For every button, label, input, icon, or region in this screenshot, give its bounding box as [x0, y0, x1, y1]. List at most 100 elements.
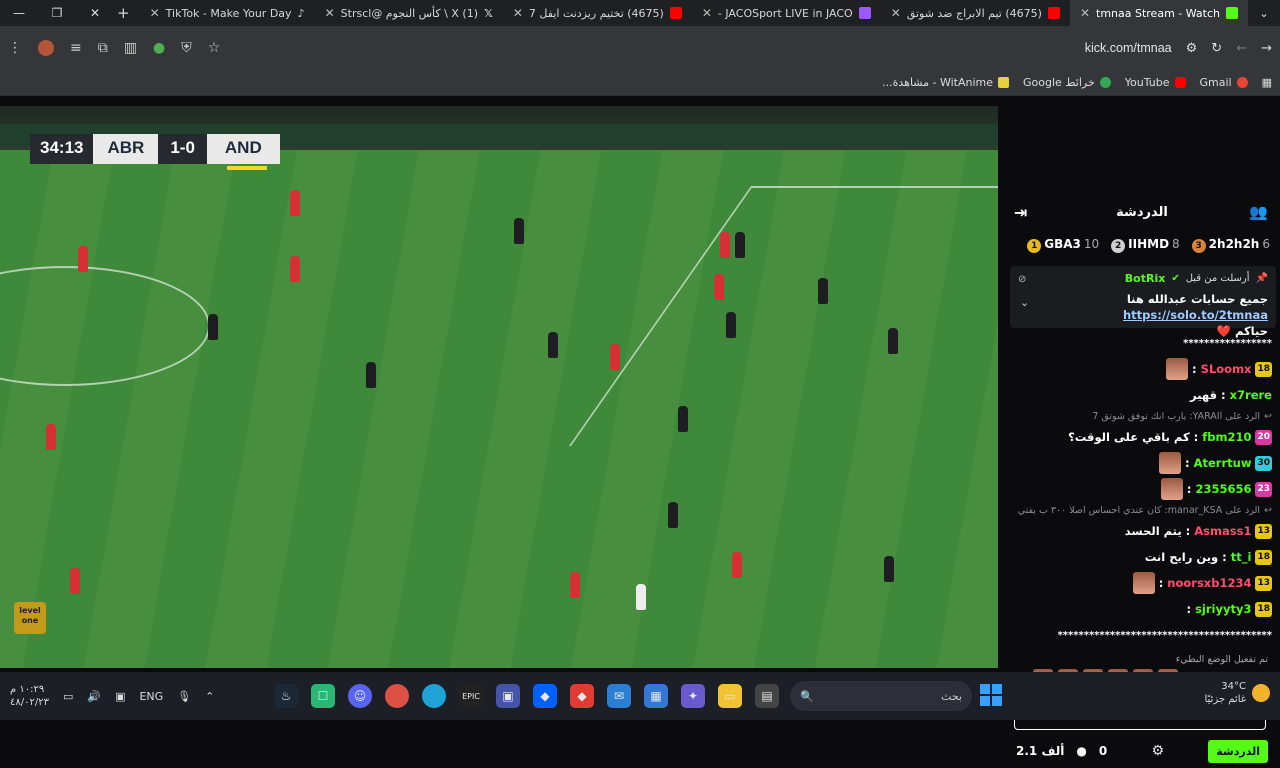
network-icon[interactable]: ▣	[115, 690, 125, 703]
bookmark-witanime[interactable]: WitAnime - مشاهدة...	[882, 76, 1010, 89]
close-icon[interactable]: ✕	[325, 6, 335, 20]
collapse-chat-icon[interactable]: ⇥	[1014, 203, 1027, 222]
dropbox-icon[interactable]: ◆	[533, 684, 557, 708]
security-icon[interactable]: ⛨	[181, 40, 192, 56]
copilot-icon[interactable]: ✦	[681, 684, 705, 708]
weather-widget[interactable]: 34°C غائم جزئيًا	[1205, 680, 1270, 706]
chevron-down-icon[interactable]: ⌄	[1020, 296, 1029, 309]
points-icon[interactable]: ●	[1076, 744, 1086, 758]
unpin-icon[interactable]: ⊘	[1018, 274, 1026, 285]
chat-username[interactable]: x7rere	[1230, 388, 1272, 402]
tab-youtube-1[interactable]: (4675) تيم الابراج ضد شوتق ✕	[881, 0, 1070, 26]
app-icon[interactable]: ◆	[570, 684, 594, 708]
chrome-icon[interactable]	[385, 684, 409, 708]
reload-icon[interactable]: ↻	[1211, 41, 1222, 56]
maps-icon	[1099, 77, 1111, 88]
tab-jaco[interactable]: JACOSport LIVE in JACO - ✕	[692, 0, 881, 26]
leader-count: 10	[1083, 237, 1100, 251]
leader-item[interactable]: 3 2h2h2h 6	[1191, 237, 1270, 253]
video-player[interactable]: 34:13 ABR 1-0 AND level one	[0, 106, 998, 668]
slow-mode-notice: تم تفعيل الوضع البطيء	[1175, 654, 1268, 665]
app-icon[interactable]: ▣	[496, 684, 520, 708]
leader-item[interactable]: 2 IIHMD 8	[1111, 237, 1180, 253]
chat-messages: ***************** 18 SLoomx: x7rere: قهير ↩ ا…	[1004, 328, 1280, 648]
forward-icon[interactable]: ←	[1236, 41, 1247, 56]
clock[interactable]: ١٠:٢٩ م ٤٨/٠٢/٢٣	[10, 683, 49, 709]
viewers-count: 2.1 ألف	[1016, 744, 1065, 758]
bookmark-youtube[interactable]: YouTube	[1125, 76, 1186, 89]
scoreboard: 34:13 ABR 1-0 AND	[30, 134, 280, 170]
leader-name: IIHMD	[1128, 237, 1170, 251]
mail-icon[interactable]: ✉	[607, 684, 631, 708]
bookmark-gmail[interactable]: Gmail	[1200, 76, 1248, 89]
battery-icon[interactable]: ▭	[63, 690, 73, 703]
kick-favicon-icon	[1226, 7, 1238, 19]
chat-message: 18 tt_i: وين رايح انت	[1012, 544, 1272, 570]
steam-icon[interactable]: ♨	[274, 684, 298, 708]
restore-window-icon[interactable]: ❐	[38, 6, 76, 20]
subscriber-badge: 23	[1255, 481, 1272, 497]
epic-games-icon[interactable]: EPIC	[459, 684, 483, 708]
playlist-icon[interactable]: ≡	[70, 40, 82, 56]
tab-tiktok[interactable]: ♪ TikTok - Make Your Day ✕	[140, 0, 315, 26]
chat-username[interactable]: 2355656	[1195, 482, 1251, 496]
minimize-window-icon[interactable]: —	[0, 6, 38, 20]
tab-label: (4675) تختيم ريزدنت ايفل 7	[528, 6, 664, 20]
tab-youtube-2[interactable]: (4675) تختيم ريزدنت ايفل 7 ✕	[503, 0, 692, 26]
leader-item[interactable]: 1 GBA3 10	[1027, 237, 1099, 253]
system-tray: ١٠:٢٩ م ٤٨/٠٢/٢٣ ▭ 🔊 ▣ ENG 🎙 ⌃	[10, 672, 214, 720]
profile-avatar[interactable]	[38, 40, 54, 56]
message-text: ****************************************…	[1057, 629, 1272, 641]
apps-grid-icon[interactable]: ▦	[1262, 76, 1272, 89]
close-icon[interactable]: ✕	[702, 6, 712, 20]
taskbar-search[interactable]: بحث 🔍	[790, 681, 972, 711]
reply-icon: ↩	[1264, 410, 1272, 422]
back-icon[interactable]: →	[1261, 41, 1272, 56]
close-icon[interactable]: ✕	[150, 6, 160, 20]
close-icon[interactable]: ✕	[1080, 6, 1090, 20]
chat-username[interactable]: noorsxb1234	[1167, 576, 1251, 590]
chat-username[interactable]: tt_i	[1231, 550, 1252, 564]
tab-x[interactable]: 𝕏 (1) X \ كأس النجوم @Strscl ✕	[315, 0, 503, 26]
chat-username[interactable]: Asmass1	[1194, 524, 1251, 538]
url-text[interactable]: kick.com/tmnaa	[1085, 41, 1172, 55]
app-icon[interactable]: ☐	[311, 684, 335, 708]
chevron-up-icon[interactable]: ⌃	[205, 690, 214, 703]
leader-name: GBA3	[1044, 237, 1081, 251]
bookmark-label: خرائط Google	[1023, 76, 1095, 89]
time-text: ١٠:٢٩ م	[10, 684, 45, 695]
microphone-icon[interactable]: 🎙	[177, 690, 191, 703]
chat-send-button[interactable]: الدردشة	[1208, 739, 1268, 763]
menu-icon[interactable]: ⋮	[8, 40, 22, 56]
tab-kick[interactable]: tmnaa Stream - Watch ✕	[1069, 0, 1248, 26]
close-window-icon[interactable]: ✕	[76, 6, 114, 20]
subscriber-badge: 18	[1255, 549, 1272, 565]
discord-icon[interactable]: ☺	[348, 684, 372, 708]
language-indicator[interactable]: ENG	[139, 690, 163, 703]
shield-extension-icon[interactable]: ●	[153, 40, 165, 56]
pinned-link[interactable]: https://solo.to/2tmnaa	[1123, 308, 1268, 322]
bookmark-maps[interactable]: خرائط Google	[1023, 76, 1111, 89]
users-icon[interactable]: 👥	[1249, 203, 1268, 221]
volume-icon[interactable]: 🔊	[87, 690, 101, 703]
start-button[interactable]	[980, 684, 1002, 706]
settings-gear-icon[interactable]: ⚙	[1151, 743, 1164, 759]
store-icon[interactable]: ▦	[644, 684, 668, 708]
chat-message: 18 SLoomx:	[1012, 356, 1272, 382]
close-icon[interactable]: ✕	[513, 6, 523, 20]
tab-search-button[interactable]: ⌄	[1248, 0, 1280, 26]
chat-username[interactable]: sjriyyty3	[1195, 602, 1251, 616]
app-icon[interactable]: ▤	[755, 684, 779, 708]
bookmark-star-icon[interactable]: ☆	[208, 40, 221, 56]
bot-name[interactable]: BotRix	[1125, 272, 1166, 285]
extension-icon[interactable]: ▥	[124, 40, 137, 56]
site-settings-icon[interactable]: ⚙	[1186, 41, 1198, 56]
chat-username[interactable]: SLoomx	[1201, 362, 1252, 376]
close-icon[interactable]: ✕	[891, 6, 901, 20]
chat-username[interactable]: Aterrtuw	[1194, 456, 1252, 470]
home-team: ABR	[93, 134, 159, 164]
extensions-icon[interactable]: ⧉	[98, 40, 108, 56]
chat-username[interactable]: fbm210	[1202, 430, 1251, 444]
file-explorer-icon[interactable]: ▭	[718, 684, 742, 708]
edge-icon[interactable]	[422, 684, 446, 708]
